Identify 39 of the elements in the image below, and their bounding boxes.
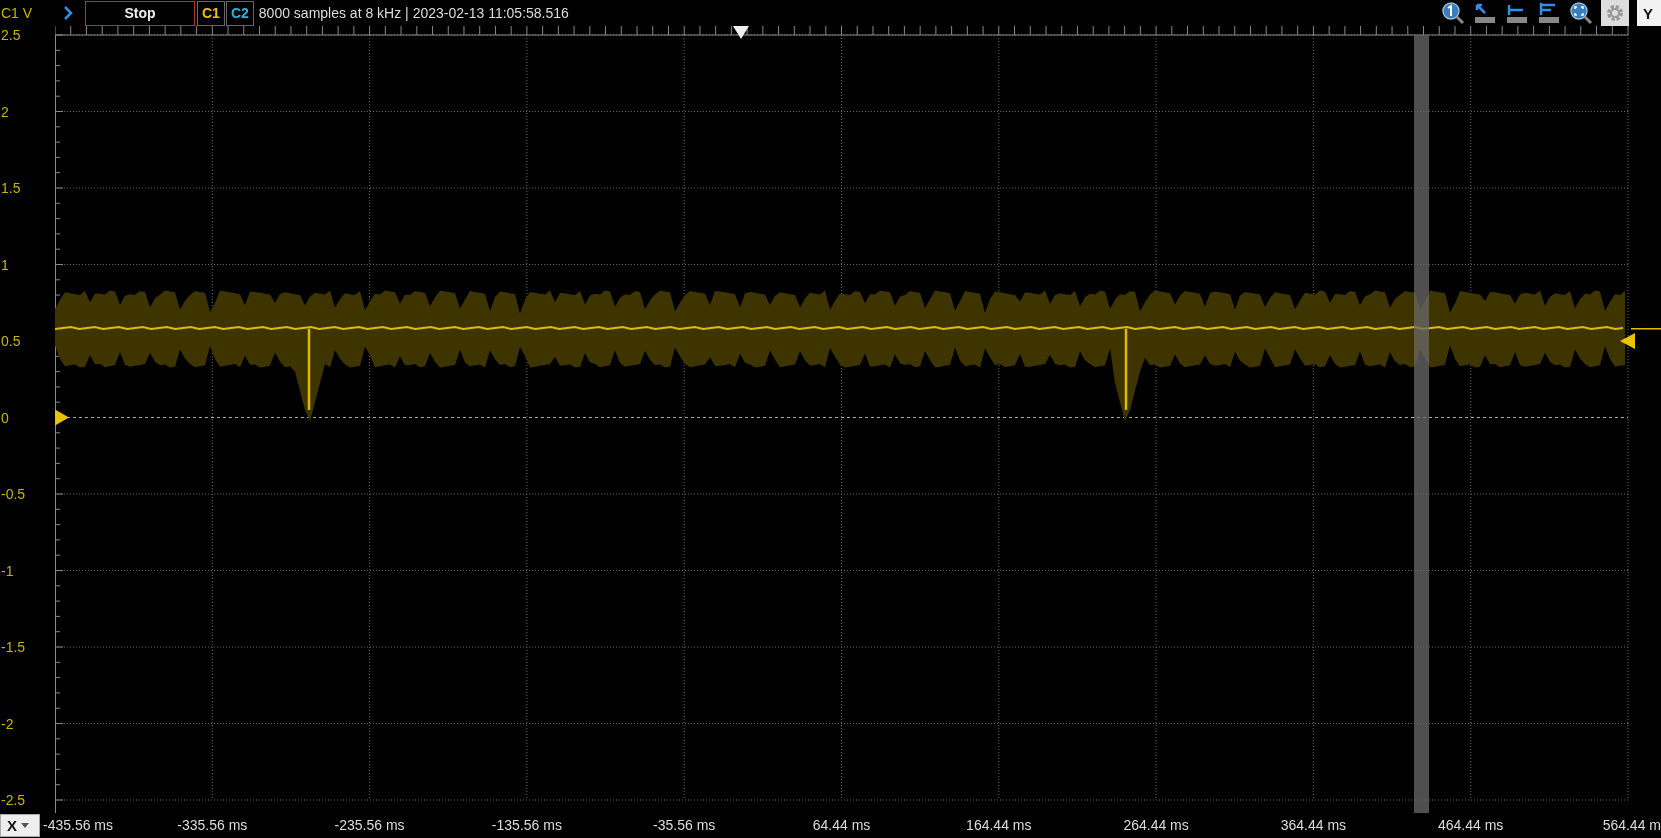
y-axis-label: -1 bbox=[1, 562, 14, 579]
channel-button[interactable]: C1 bbox=[197, 0, 225, 26]
x-axis-label: -235.56 ms bbox=[334, 817, 405, 833]
x-axis-label: 264.44 ms bbox=[1123, 817, 1189, 833]
x-axis-label: -35.56 ms bbox=[653, 817, 716, 833]
trigger-level-marker-icon[interactable] bbox=[1620, 333, 1635, 349]
zoom-one-icon[interactable] bbox=[1441, 1, 1465, 25]
y-axis-label: -2.5 bbox=[1, 792, 26, 808]
offset-marker-icon[interactable] bbox=[55, 409, 69, 426]
ruler-markers-icon[interactable] bbox=[1537, 1, 1561, 25]
y-axis-label: 0 bbox=[1, 409, 9, 426]
x-axis-label: -335.56 ms bbox=[177, 817, 248, 833]
x-axis-label: 64.44 ms bbox=[812, 817, 871, 833]
y-axis-label: 2 bbox=[1, 103, 9, 120]
x-axis-label: -435.56 ms bbox=[43, 817, 114, 833]
x-axis-label: -135.56 ms bbox=[491, 817, 562, 833]
caret-icon bbox=[21, 822, 29, 829]
zoom-fit-icon[interactable] bbox=[1569, 1, 1593, 25]
channel-button[interactable]: C2 bbox=[225, 0, 254, 26]
y-axis-label: 2.5 bbox=[1, 27, 21, 43]
y-axis-label: -2 bbox=[1, 715, 14, 732]
acquisition-info: 8000 samples at 8 kHz | 2023-02-13 11:05:58.516 bbox=[258, 5, 569, 21]
chevron-right-icon[interactable] bbox=[63, 6, 73, 20]
level-line bbox=[1630, 328, 1661, 330]
y-axis-label: 1.5 bbox=[1, 180, 21, 196]
y-axis-label: 0.5 bbox=[1, 333, 21, 349]
gear-icon bbox=[1605, 3, 1625, 23]
x-axis-label: 364.44 ms bbox=[1280, 817, 1347, 833]
y-axis-label: -1.5 bbox=[1, 639, 26, 655]
y-axis-button[interactable]: Y bbox=[1637, 0, 1661, 26]
x-axis-button[interactable]: X bbox=[0, 814, 40, 837]
x-axis-label: 164.44 ms bbox=[966, 817, 1032, 833]
x-axis-label: 464.44 ms bbox=[1438, 817, 1504, 833]
y-axis-label: 1 bbox=[1, 256, 9, 273]
y-axis-label: -0.5 bbox=[1, 486, 26, 502]
stop-button[interactable]: Stop bbox=[85, 0, 195, 26]
x-axis-label: 564.44 m bbox=[1602, 817, 1661, 833]
channel-units-label: C1 V bbox=[0, 5, 34, 21]
cursor-ruler-icon[interactable] bbox=[1473, 1, 1497, 25]
